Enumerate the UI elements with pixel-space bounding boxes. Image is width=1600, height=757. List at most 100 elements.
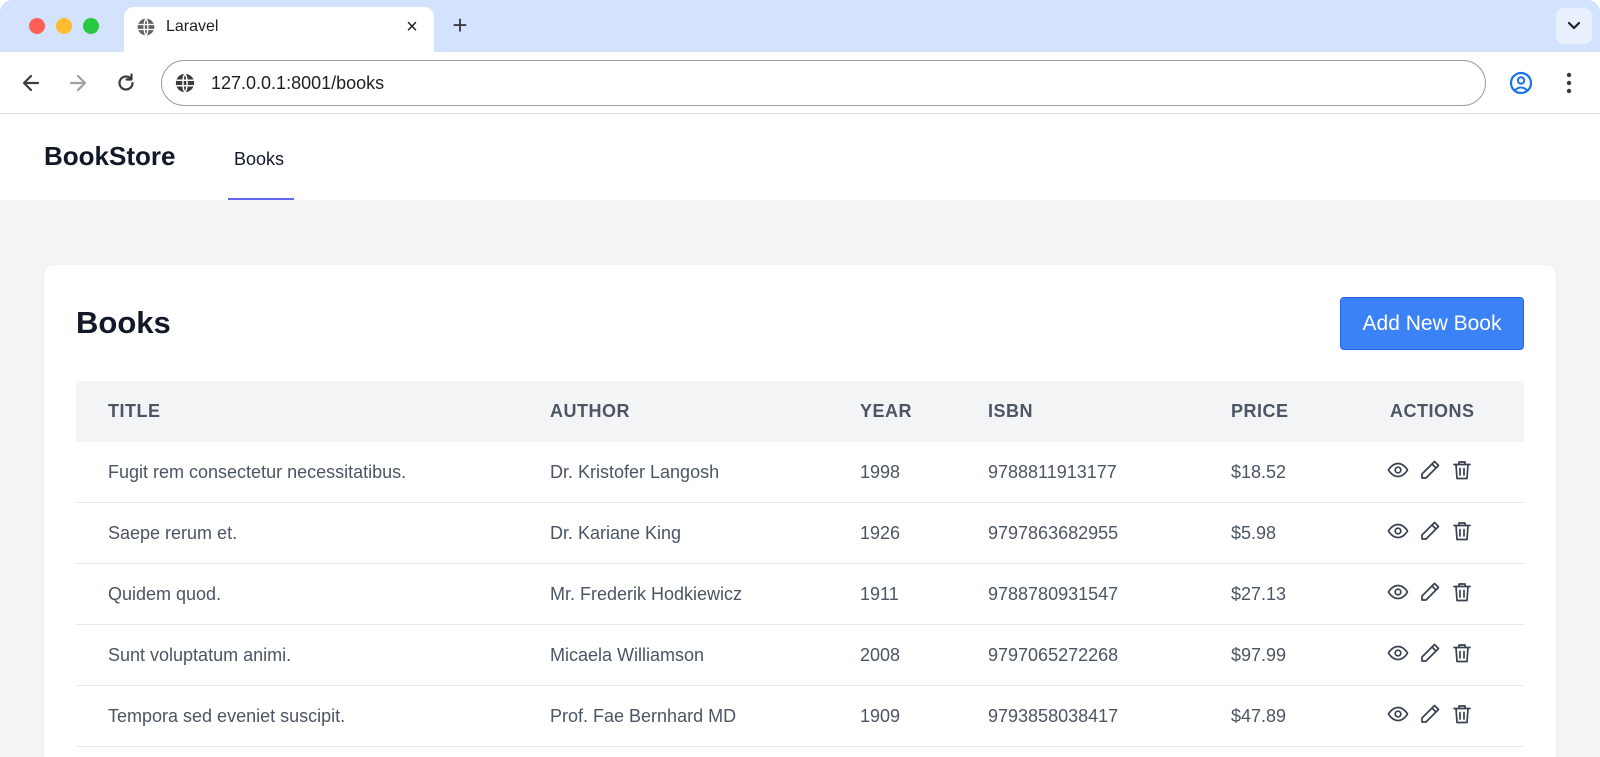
- edit-button[interactable]: [1418, 519, 1442, 543]
- cell-year: 1909: [860, 706, 901, 726]
- reload-button[interactable]: [109, 66, 143, 100]
- view-button[interactable]: [1386, 458, 1410, 482]
- cell-price: $18.52: [1231, 462, 1287, 482]
- window-close-button[interactable]: [29, 18, 45, 34]
- eye-icon: [1387, 462, 1409, 478]
- delete-button[interactable]: [1450, 702, 1474, 726]
- row-actions: [1386, 458, 1474, 482]
- trash-icon: [1453, 583, 1471, 602]
- site-info-icon[interactable]: [174, 72, 196, 94]
- new-tab-button[interactable]: +: [446, 12, 474, 40]
- row-actions: [1386, 519, 1474, 543]
- nav-link-label: Books: [234, 149, 285, 169]
- cell-isbn: 9788780931547: [988, 584, 1119, 604]
- delete-button[interactable]: [1450, 458, 1474, 482]
- globe-icon: [136, 17, 156, 37]
- add-new-book-button[interactable]: Add New Book: [1340, 297, 1524, 350]
- table-body: Fugit rem consectetur necessitatibus. Dr…: [76, 442, 1524, 747]
- pencil-icon: [1421, 582, 1440, 601]
- view-button[interactable]: [1386, 580, 1410, 604]
- edit-button[interactable]: [1418, 458, 1442, 482]
- forward-button[interactable]: [61, 66, 95, 100]
- books-table: TITLE AUTHOR YEAR ISBN PRICE ACTIONS Fug…: [76, 381, 1524, 747]
- browser-tab[interactable]: Laravel ×: [124, 7, 434, 52]
- pencil-icon: [1421, 460, 1440, 479]
- browser-toolbar: 127.0.0.1:8001/books: [0, 52, 1600, 114]
- more-vert-icon: [1566, 72, 1572, 94]
- cell-author: Dr. Kristofer Langosh: [550, 462, 720, 482]
- column-header-title: TITLE: [108, 401, 161, 421]
- books-card: Books Add New Book TITLE AUTHOR YEAR ISB…: [44, 265, 1556, 757]
- cell-title: Sunt voluptatum animi.: [108, 645, 292, 665]
- table-row: Saepe rerum et. Dr. Kariane King 1926 97…: [76, 503, 1524, 564]
- table-row: Quidem quod. Mr. Frederik Hodkiewicz 191…: [76, 564, 1524, 625]
- column-header-price: PRICE: [1231, 401, 1289, 421]
- cell-title: Fugit rem consectetur necessitatibus.: [108, 462, 407, 482]
- edit-button[interactable]: [1418, 641, 1442, 665]
- trash-icon: [1453, 461, 1471, 480]
- view-button[interactable]: [1386, 702, 1410, 726]
- arrow-left-icon: [22, 74, 40, 92]
- cell-price: $5.98: [1231, 523, 1277, 543]
- cell-author: Dr. Kariane King: [550, 523, 682, 543]
- pencil-icon: [1421, 521, 1440, 540]
- row-actions: [1386, 641, 1474, 665]
- view-button[interactable]: [1386, 519, 1410, 543]
- arrow-right-icon: [69, 74, 87, 92]
- cell-year: 2008: [860, 645, 901, 665]
- row-actions: [1386, 580, 1474, 604]
- cell-year: 1911: [860, 584, 899, 604]
- url-text[interactable]: 127.0.0.1:8001/books: [211, 73, 384, 94]
- active-indicator: [228, 198, 294, 200]
- delete-button[interactable]: [1450, 580, 1474, 604]
- cell-isbn: 9788811913177: [988, 462, 1117, 482]
- cell-isbn: 9797863682955: [988, 523, 1119, 543]
- delete-button[interactable]: [1450, 641, 1474, 665]
- eye-icon: [1387, 706, 1409, 722]
- brand-logo[interactable]: BookStore: [44, 141, 175, 172]
- trash-icon: [1453, 644, 1471, 663]
- account-icon: [1509, 71, 1533, 95]
- eye-icon: [1387, 584, 1409, 600]
- eye-icon: [1387, 523, 1409, 539]
- browser-tab-bar: Laravel × +: [0, 0, 1600, 52]
- table-header: TITLE AUTHOR YEAR ISBN PRICE ACTIONS: [76, 381, 1524, 442]
- table-row: Sunt voluptatum animi. Micaela Williamso…: [76, 625, 1524, 686]
- cell-title: Quidem quod.: [108, 584, 222, 604]
- profile-button[interactable]: [1504, 66, 1538, 100]
- table-row: Tempora sed eveniet suscipit. Prof. Fae …: [76, 686, 1524, 747]
- tab-close-icon[interactable]: ×: [400, 15, 424, 39]
- page-title: Books: [76, 305, 171, 340]
- pencil-icon: [1421, 704, 1440, 723]
- edit-button[interactable]: [1418, 702, 1442, 726]
- column-header-year: YEAR: [860, 401, 913, 421]
- row-actions: [1386, 702, 1474, 726]
- back-button[interactable]: [14, 66, 48, 100]
- cell-title: Saepe rerum et.: [108, 523, 238, 543]
- address-bar[interactable]: 127.0.0.1:8001/books: [161, 60, 1486, 106]
- column-header-author: AUTHOR: [550, 401, 630, 421]
- cell-title: Tempora sed eveniet suscipit.: [108, 706, 346, 726]
- cell-isbn: 9793858038417: [988, 706, 1119, 726]
- pencil-icon: [1421, 643, 1440, 662]
- delete-button[interactable]: [1450, 519, 1474, 543]
- column-header-isbn: ISBN: [988, 401, 1034, 421]
- cell-author: Prof. Fae Bernhard MD: [550, 706, 737, 726]
- cell-year: 1998: [860, 462, 901, 482]
- site-navbar: BookStore Books: [0, 115, 1600, 200]
- column-header-actions: ACTIONS: [1390, 401, 1475, 421]
- nav-link-books[interactable]: Books: [228, 115, 294, 200]
- window-maximize-button[interactable]: [83, 18, 99, 34]
- edit-button[interactable]: [1418, 580, 1442, 604]
- eye-icon: [1387, 645, 1409, 661]
- window-minimize-button[interactable]: [56, 18, 72, 34]
- chevron-down-icon: [1567, 21, 1581, 30]
- cell-isbn: 9797065272268: [988, 645, 1119, 665]
- trash-icon: [1453, 522, 1471, 541]
- tab-search-button[interactable]: [1556, 8, 1592, 44]
- cell-author: Micaela Williamson: [550, 645, 705, 665]
- cell-author: Mr. Frederik Hodkiewicz: [550, 584, 743, 604]
- browser-menu-button[interactable]: [1554, 66, 1584, 100]
- view-button[interactable]: [1386, 641, 1410, 665]
- cell-price: $97.99: [1231, 645, 1287, 665]
